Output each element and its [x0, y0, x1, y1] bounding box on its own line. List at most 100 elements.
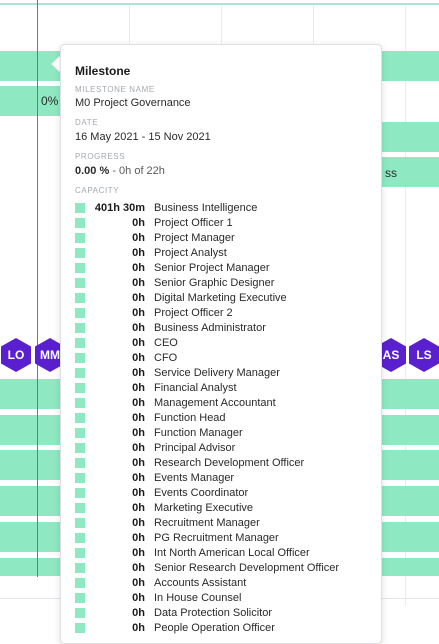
- capacity-hours: 0h: [132, 561, 145, 574]
- capacity-role: CFO: [154, 351, 178, 364]
- capacity-row: 0h Events Coordinator: [75, 485, 367, 500]
- milestone-name-label: MILESTONE NAME: [75, 85, 155, 94]
- capacity-role: Business Intelligence: [154, 201, 258, 214]
- milestone-tooltip: Milestone MILESTONE NAME M0 Project Gove…: [60, 44, 382, 644]
- capacity-row: 0h Project Analyst: [75, 245, 367, 260]
- capacity-color-swatch: [75, 382, 85, 393]
- capacity-color-swatch: [75, 217, 85, 228]
- capacity-color-swatch: [75, 547, 85, 558]
- capacity-role: Principal Advisor: [154, 441, 236, 454]
- capacity-row: 0h Accounts Assistant: [75, 575, 367, 590]
- capacity-color-swatch: [75, 592, 85, 603]
- capacity-hours: 0h: [132, 546, 145, 559]
- capacity-row: 0h Data Protection Solicitor: [75, 605, 367, 620]
- capacity-row: 0h Digital Marketing Executive: [75, 290, 367, 305]
- avatar[interactable]: LS: [409, 338, 439, 372]
- capacity-row: 0h Events Manager: [75, 470, 367, 485]
- capacity-hours: 0h: [132, 396, 145, 409]
- gantt-bar[interactable]: [382, 122, 439, 152]
- capacity-row: 0h Project Officer 1: [75, 215, 367, 230]
- capacity-color-swatch: [75, 322, 85, 333]
- capacity-hours: 0h: [132, 486, 145, 499]
- capacity-color-swatch: [75, 292, 85, 303]
- capacity-hours: 0h: [132, 216, 145, 229]
- capacity-color-swatch: [75, 352, 85, 363]
- capacity-role: Events Coordinator: [154, 486, 249, 499]
- capacity-row: 0h Business Administrator: [75, 320, 367, 335]
- capacity-color-swatch: [75, 262, 85, 273]
- capacity-hours: 0h: [132, 576, 145, 589]
- progress-percent: 0.00 %: [75, 165, 110, 177]
- avatar[interactable]: LO: [1, 338, 31, 372]
- capacity-row: 0h Senior Project Manager: [75, 260, 367, 275]
- capacity-color-swatch: [75, 532, 85, 543]
- capacity-hours: 0h: [132, 261, 145, 274]
- capacity-role: Business Administrator: [154, 321, 266, 334]
- capacity-hours: 0h: [132, 471, 145, 484]
- capacity-hours: 0h: [132, 276, 145, 289]
- capacity-row: 0h Project Manager: [75, 230, 367, 245]
- capacity-hours: 0h: [132, 291, 145, 304]
- capacity-hours: 0h: [132, 246, 145, 259]
- capacity-role: Senior Project Manager: [154, 261, 270, 274]
- capacity-color-swatch: [75, 247, 85, 258]
- capacity-color-swatch: [75, 412, 85, 423]
- capacity-color-swatch: [75, 517, 85, 528]
- capacity-label: CAPACITY: [75, 186, 120, 195]
- capacity-hours: 401h 30m: [94, 201, 145, 214]
- capacity-row: 0h CFO: [75, 350, 367, 365]
- capacity-row: 0h Int North American Local Officer: [75, 545, 367, 560]
- capacity-color-swatch: [75, 562, 85, 573]
- capacity-row: 0h Senior Research Development Officer: [75, 560, 367, 575]
- capacity-role: Service Delivery Manager: [154, 366, 280, 379]
- capacity-hours: 0h: [132, 321, 145, 334]
- capacity-hours: 0h: [132, 426, 145, 439]
- capacity-row: 0h Senior Graphic Designer: [75, 275, 367, 290]
- capacity-color-swatch: [75, 472, 85, 483]
- timeline-header-border: [0, 3, 439, 5]
- capacity-row: 0h Financial Analyst: [75, 380, 367, 395]
- capacity-hours: 0h: [132, 381, 145, 394]
- capacity-role: Function Manager: [154, 426, 243, 439]
- capacity-hours: 0h: [132, 411, 145, 424]
- capacity-role: Senior Research Development Officer: [154, 561, 340, 574]
- capacity-color-swatch: [75, 427, 85, 438]
- capacity-role: Events Manager: [154, 471, 235, 484]
- progress-value: 0.00 % - 0h of 22h: [75, 164, 367, 178]
- tooltip-arrow: [52, 56, 60, 72]
- capacity-row: 0h People Operation Officer: [75, 620, 367, 635]
- capacity-role: PG Recruitment Manager: [154, 531, 279, 544]
- capacity-role: Digital Marketing Executive: [154, 291, 287, 304]
- capacity-row: 0h Function Head: [75, 410, 367, 425]
- capacity-color-swatch: [75, 622, 85, 633]
- capacity-color-swatch: [75, 457, 85, 468]
- capacity-hours: 0h: [132, 591, 145, 604]
- capacity-role: Project Analyst: [154, 246, 227, 259]
- capacity-row: 0h In House Counsel: [75, 590, 367, 605]
- capacity-role: In House Counsel: [154, 591, 242, 604]
- capacity-color-swatch: [75, 487, 85, 498]
- date-label: DATE: [75, 118, 99, 127]
- capacity-color-swatch: [75, 307, 85, 318]
- capacity-hours: 0h: [132, 456, 145, 469]
- capacity-role: Senior Graphic Designer: [154, 276, 275, 289]
- capacity-row: 0h PG Recruitment Manager: [75, 530, 367, 545]
- milestone-name: M0 Project Governance: [75, 97, 191, 109]
- capacity-role: Management Accountant: [154, 396, 276, 409]
- capacity-color-swatch: [75, 277, 85, 288]
- capacity-role: Financial Analyst: [154, 381, 237, 394]
- capacity-role: Accounts Assistant: [154, 576, 247, 589]
- capacity-color-swatch: [75, 502, 85, 513]
- capacity-list: 401h 30m Business Intelligence 0h Project O…: [75, 200, 367, 635]
- capacity-row: 0h Function Manager: [75, 425, 367, 440]
- capacity-row: 0h Marketing Executive: [75, 500, 367, 515]
- capacity-role: Marketing Executive: [154, 501, 254, 514]
- capacity-hours: 0h: [132, 531, 145, 544]
- capacity-row: 0h Service Delivery Manager: [75, 365, 367, 380]
- capacity-color-swatch: [75, 397, 85, 408]
- capacity-role: Data Protection Solicitor: [154, 606, 272, 619]
- capacity-role: Function Head: [154, 411, 226, 424]
- capacity-role: People Operation Officer: [154, 621, 275, 634]
- capacity-color-swatch: [75, 232, 85, 243]
- capacity-row: 0h Research Development Officer: [75, 455, 367, 470]
